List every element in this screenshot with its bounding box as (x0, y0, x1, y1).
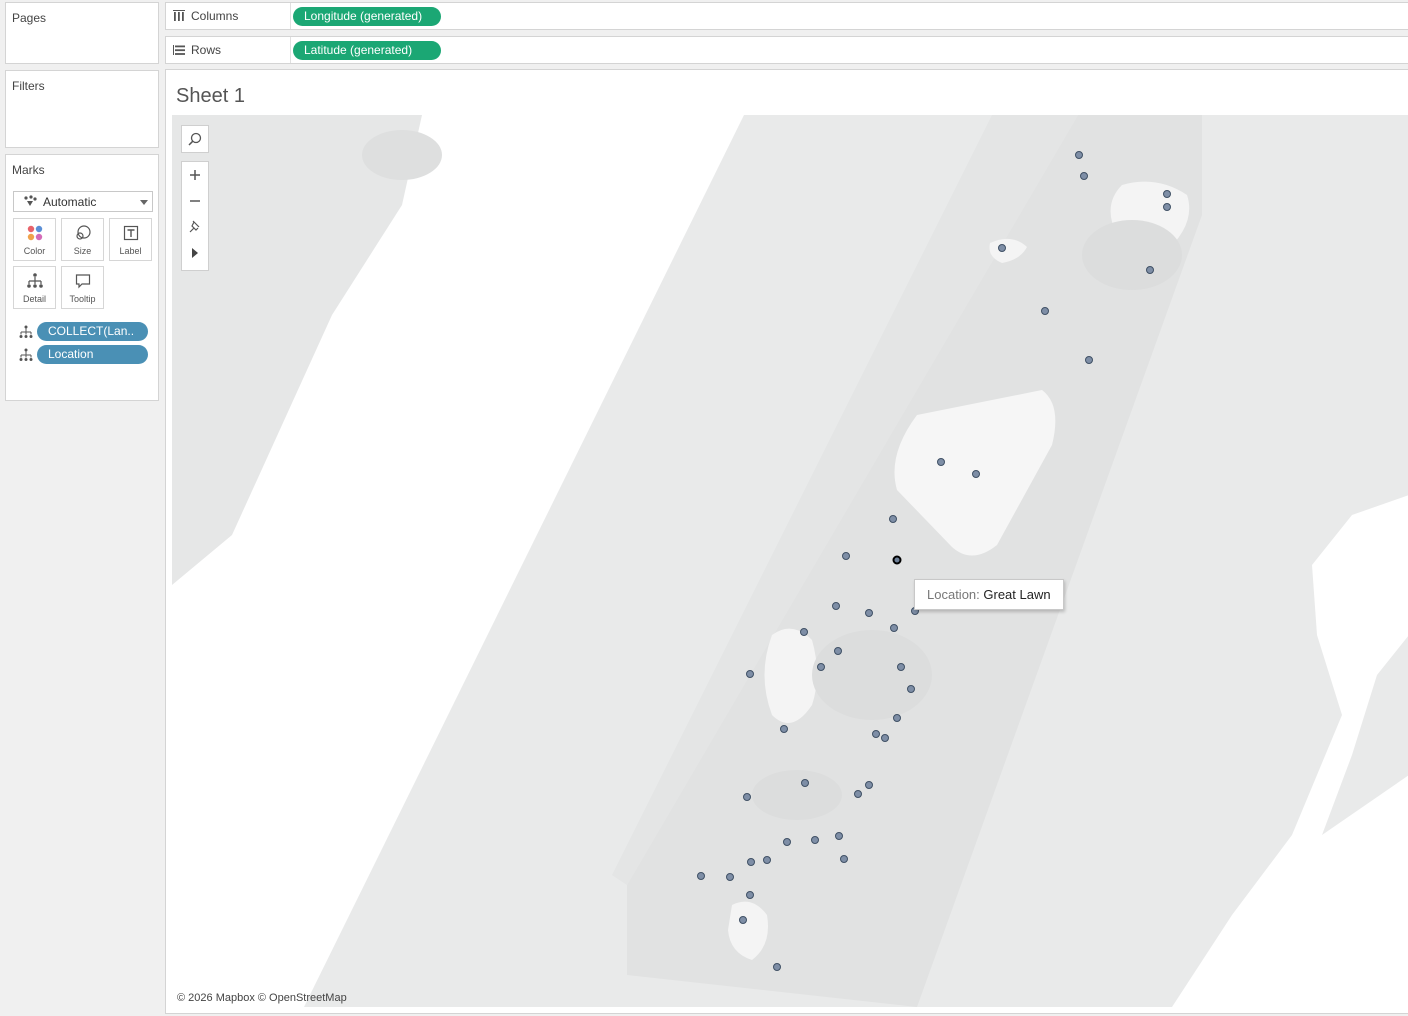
mark-type-dropdown[interactable]: Automatic (13, 191, 153, 212)
color-icon (27, 225, 42, 241)
location-point (832, 602, 840, 610)
detail-button[interactable]: Detail (13, 266, 56, 309)
location-point (780, 725, 788, 733)
location-point (817, 663, 825, 671)
location-point (801, 779, 809, 787)
location-points[interactable] (172, 115, 1408, 1007)
pages-card[interactable]: Pages (5, 2, 159, 64)
play-arrow-icon[interactable] (182, 240, 208, 266)
location-point (1163, 203, 1171, 211)
map-marks-icon (24, 195, 38, 210)
location-point (881, 734, 889, 742)
columns-label: Columns (191, 9, 239, 23)
location-point (1146, 266, 1154, 274)
rows-icon (173, 45, 185, 55)
size-label: Size (73, 246, 92, 256)
collect-field-pill[interactable]: COLLECT(Lan.. (37, 322, 148, 341)
location-point (1041, 307, 1049, 315)
search-icon[interactable] (182, 126, 208, 152)
location-point (800, 628, 808, 636)
tooltip-key: Location: (927, 587, 980, 602)
location-point (1085, 356, 1093, 364)
location-point (998, 244, 1006, 252)
location-point (697, 872, 705, 880)
filters-title: Filters (12, 79, 45, 93)
label-label: Label (119, 246, 142, 256)
location-point (840, 855, 848, 863)
pin-icon[interactable] (182, 214, 208, 240)
location-point (897, 663, 905, 671)
location-point (743, 793, 751, 801)
location-point (835, 832, 843, 840)
location-point (972, 470, 980, 478)
location-point (834, 647, 842, 655)
map-attribution[interactable]: © 2026 Mapbox © OpenStreetMap (177, 992, 347, 1004)
tooltip-label: Tooltip (69, 294, 96, 304)
rows-shelf-label: Rows (166, 37, 291, 63)
color-label: Color (23, 246, 46, 256)
rows-label: Rows (191, 43, 222, 57)
tooltip-button[interactable]: Tooltip (61, 266, 104, 309)
location-point (811, 836, 819, 844)
mark-type-label: Automatic (43, 195, 97, 209)
columns-shelf-label: Columns (166, 3, 291, 29)
location-point (907, 685, 915, 693)
size-icon (75, 225, 91, 240)
rows-shelf[interactable]: Rows Latitude (generated) (165, 36, 1408, 64)
map-view[interactable]: Location: Great Lawn © 2026 Mapbox © Ope… (172, 115, 1408, 1007)
location-field-pill[interactable]: Location (37, 345, 148, 364)
location-point (746, 891, 754, 899)
location-point (854, 790, 862, 798)
sheet-title: Sheet 1 (176, 85, 245, 107)
tooltip-icon (75, 274, 90, 289)
location-point (842, 552, 850, 560)
location-point (739, 916, 747, 924)
map-tooltip: Location: Great Lawn (914, 579, 1064, 610)
location-point (763, 856, 771, 864)
filters-card[interactable]: Filters (5, 70, 159, 148)
marks-card: Marks Automatic Color Size Label Detail … (5, 154, 159, 401)
zoom-in-icon[interactable] (182, 162, 208, 188)
zoom-out-icon[interactable] (182, 188, 208, 214)
location-point (783, 838, 791, 846)
chevron-down-icon (140, 200, 148, 205)
map-zoom-controls (181, 161, 209, 271)
detail-label: Detail (22, 294, 46, 304)
detail-icon (19, 325, 33, 338)
longitude-pill[interactable]: Longitude (generated) (293, 7, 441, 26)
location-point (889, 515, 897, 523)
location-point (1080, 172, 1088, 180)
columns-icon (173, 10, 185, 21)
location-point (1163, 190, 1171, 198)
location-point (937, 458, 945, 466)
location-point (893, 714, 901, 722)
tooltip-value: Great Lawn (983, 587, 1051, 602)
location-point (773, 963, 781, 971)
location-point (865, 781, 873, 789)
location-point (1075, 151, 1083, 159)
location-point (865, 609, 873, 617)
worksheet: Sheet 1 Location: Great Lawn © 2026 Mapb… (165, 69, 1408, 1014)
detail-icon (19, 348, 33, 361)
label-icon (123, 225, 138, 241)
map-search-control[interactable] (181, 125, 209, 153)
pages-title: Pages (12, 11, 47, 25)
location-point (746, 670, 754, 678)
location-point (890, 624, 898, 632)
marks-title: Marks (12, 163, 45, 177)
color-button[interactable]: Color (13, 218, 56, 261)
location-point (872, 730, 880, 738)
latitude-pill[interactable]: Latitude (generated) (293, 41, 441, 60)
size-button[interactable]: Size (61, 218, 104, 261)
location-point-selected (892, 555, 902, 565)
detail-icon (26, 273, 43, 288)
location-point (747, 858, 755, 866)
label-button[interactable]: Label (109, 218, 152, 261)
location-point (726, 873, 734, 881)
columns-shelf[interactable]: Columns Longitude (generated) (165, 2, 1408, 30)
